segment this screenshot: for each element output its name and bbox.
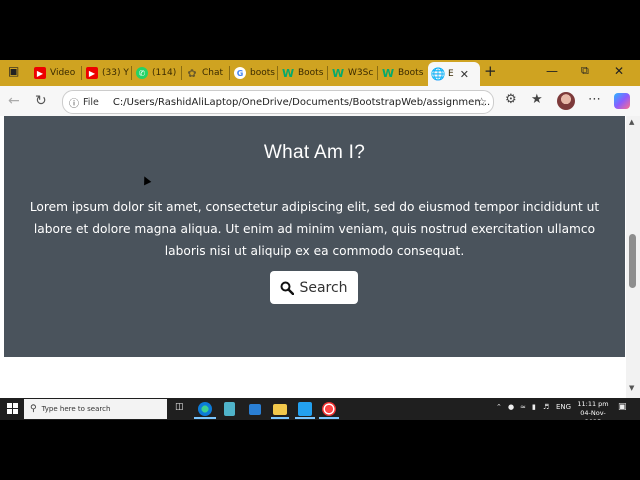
tab-w3schools-2[interactable]: W W3Sc: [332, 63, 378, 83]
address-field[interactable]: ⓘ File C:/Users/RashidAliLaptop/OneDrive…: [62, 90, 494, 114]
active-app-indicator: [295, 417, 315, 419]
tab-label: E: [448, 69, 454, 79]
youtube-icon: ▶: [86, 67, 98, 79]
recorder-icon[interactable]: [322, 402, 336, 416]
wifi-icon[interactable]: ≈: [520, 403, 526, 411]
tray-overflow-icon[interactable]: ⌃: [496, 403, 502, 411]
tab-separator: [327, 66, 328, 80]
favorites-icon[interactable]: ★: [531, 92, 543, 107]
page-viewport: What Am I? Lorem ipsum dolor sit amet, c…: [0, 116, 640, 398]
profile-avatar[interactable]: [557, 92, 575, 110]
workspaces-icon[interactable]: ▣: [8, 64, 19, 78]
tab-w3schools-3[interactable]: W Boots: [382, 63, 426, 83]
lorem-paragraph: Lorem ipsum dolor sit amet, consectetur …: [29, 200, 600, 258]
restore-icon[interactable]: ⧉: [581, 64, 589, 78]
clock-time: 11:11 pm: [577, 400, 609, 408]
tab-label: boots: [250, 68, 275, 78]
tab-label: Chat: [202, 68, 224, 78]
youtube-icon: ▶: [34, 67, 46, 79]
tab-separator: [377, 66, 378, 80]
tab-separator: [81, 66, 82, 80]
search-icon: ⚲: [30, 404, 37, 414]
close-tab-icon[interactable]: ✕: [460, 68, 469, 81]
microphone-icon[interactable]: ●: [508, 403, 514, 411]
edge-icon[interactable]: [198, 402, 212, 416]
new-tab-icon[interactable]: +: [484, 62, 497, 80]
task-view-icon[interactable]: ◫: [175, 402, 184, 412]
address-toolbar: ← ↻ ⓘ File C:/Users/RashidAliLaptop/OneD…: [0, 86, 640, 117]
tab-separator: [131, 66, 132, 80]
search-icon: [280, 281, 295, 295]
w3schools-icon: W: [382, 66, 395, 80]
google-icon: G: [234, 67, 246, 79]
hero-panel: What Am I? Lorem ipsum dolor sit amet, c…: [4, 116, 625, 357]
whatsapp-icon: ✆: [136, 67, 148, 79]
back-icon[interactable]: ←: [8, 93, 20, 109]
windows-start-icon[interactable]: [7, 403, 19, 415]
volume-icon[interactable]: ♬: [543, 403, 549, 411]
mouse-cursor: [140, 174, 152, 186]
tab-w3schools-1[interactable]: W Boots: [282, 63, 328, 83]
top-black-bar: [0, 0, 640, 60]
search-button[interactable]: Search: [270, 271, 358, 304]
taskbar-search-box[interactable]: ⚲ Type here to search: [24, 399, 167, 419]
tab-active[interactable]: 🌐 E ✕: [428, 62, 480, 86]
scroll-up-arrow-icon[interactable]: ▲: [629, 118, 634, 126]
tab-google-search[interactable]: G boots: [234, 63, 278, 83]
active-app-indicator: [271, 417, 289, 419]
taskbar-search-placeholder: Type here to search: [41, 405, 111, 413]
more-menu-icon[interactable]: ⋯: [588, 92, 601, 107]
search-button-label: Search: [299, 279, 348, 296]
store-icon[interactable]: [224, 402, 235, 416]
tab-label: Video: [50, 68, 76, 78]
globe-icon: 🌐: [430, 67, 446, 81]
scroll-down-arrow-icon[interactable]: ▼: [629, 384, 634, 392]
active-app-indicator: [319, 417, 339, 419]
tab-separator: [181, 66, 182, 80]
tab-separator: [277, 66, 278, 80]
tab-strip: ▣ ▶ Video ▶ (33) Y ✆ (114) ✿ Chat G boot…: [0, 60, 640, 86]
active-app-indicator: [194, 417, 216, 419]
vertical-scrollbar[interactable]: ▲ ▼: [626, 116, 640, 398]
w3schools-icon: W: [282, 66, 295, 80]
vscode-icon[interactable]: [298, 402, 312, 416]
tab-label: W3Sc: [348, 68, 374, 78]
scheme-label: File: [83, 96, 99, 108]
refresh-icon[interactable]: ↻: [35, 93, 47, 109]
tab-label: Boots: [298, 68, 324, 78]
page-heading: What Am I?: [263, 142, 366, 163]
tab-video[interactable]: ▶ Video: [34, 63, 82, 83]
tab-separator: [229, 66, 230, 80]
chatgpt-icon: ✿: [187, 66, 197, 80]
file-explorer-icon[interactable]: [273, 404, 287, 415]
tab-label: Boots: [398, 68, 424, 78]
read-aloud-icon[interactable]: ⚙: [505, 92, 517, 107]
copilot-icon[interactable]: [614, 93, 630, 109]
screen: ▣ ▶ Video ▶ (33) Y ✆ (114) ✿ Chat G boot…: [0, 0, 640, 480]
tab-youtube[interactable]: ▶ (33) Y: [86, 63, 132, 83]
app-icon[interactable]: [249, 404, 261, 415]
language-indicator[interactable]: ENG: [556, 403, 571, 411]
tab-whatsapp[interactable]: ✆ (114): [136, 63, 182, 83]
url-text: C:/Users/RashidAliLaptop/OneDrive/Docume…: [112, 96, 491, 108]
scrollbar-thumb[interactable]: [629, 234, 636, 288]
close-window-icon[interactable]: ✕: [614, 64, 624, 78]
battery-icon[interactable]: ▮: [532, 403, 536, 411]
favorite-star-icon[interactable]: ☆: [476, 95, 487, 109]
windows-taskbar: ⚲ Type here to search ◫ ⌃ ● ≈ ▮ ♬ ENG 11…: [0, 398, 640, 426]
tab-chat[interactable]: ✿ Chat: [186, 63, 230, 83]
notifications-icon[interactable]: ▣: [618, 402, 627, 412]
w3schools-icon: W: [332, 66, 345, 80]
tab-label: (114): [152, 68, 177, 78]
info-icon: ⓘ: [69, 98, 79, 110]
bottom-black-bar: [0, 420, 640, 480]
minimize-icon[interactable]: —: [546, 64, 558, 78]
tab-label: (33) Y: [102, 68, 129, 78]
